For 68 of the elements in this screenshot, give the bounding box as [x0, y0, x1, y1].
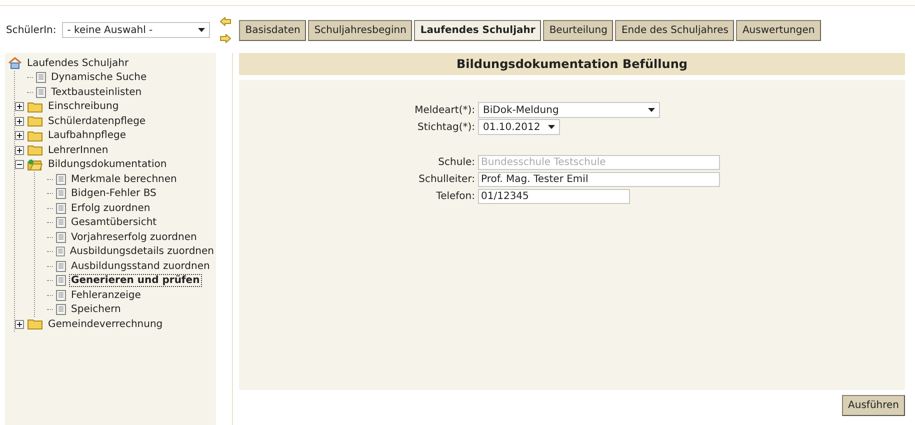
collapse-icon[interactable]	[15, 160, 24, 170]
tab[interactable]: Basisdaten	[239, 20, 306, 40]
input-field[interactable]: 01/12345	[478, 188, 630, 204]
folder-icon	[27, 115, 43, 128]
tree-item[interactable]: Textbausteinlisten	[49, 86, 144, 99]
document-icon	[56, 202, 66, 214]
document-icon	[36, 72, 46, 84]
document-icon	[56, 188, 66, 200]
expand-icon[interactable]	[15, 102, 24, 112]
document-icon	[56, 290, 66, 301]
document-icon	[56, 304, 66, 316]
tree-item[interactable]: Vorjahreserfolg zuordnen	[69, 230, 199, 244]
folder-icon	[27, 144, 43, 156]
tree-item[interactable]: LehrerInnen	[46, 144, 110, 157]
tree-item[interactable]: Gesamtübersicht	[69, 216, 159, 230]
right-arrow-icon[interactable]	[220, 34, 232, 43]
folder-icon	[27, 130, 43, 142]
tree-item[interactable]: Ausbildungsdetails zuordnen	[68, 245, 216, 258]
tree-item[interactable]: Generieren und prüfen	[69, 274, 202, 288]
tree-item[interactable]: Einschreibung	[46, 100, 121, 114]
dropdown-arrow-icon	[198, 28, 206, 32]
field-label: Stichtag(*):	[416, 122, 475, 132]
tab[interactable]: Laufendes Schuljahr	[414, 20, 542, 40]
tree-item[interactable]: Bildungsdokumentation	[46, 158, 169, 172]
tree-item[interactable]: Merkmale berechnen	[69, 172, 179, 186]
tree-item[interactable]: Fehleranzeige	[69, 288, 143, 302]
dropdown-arrow-icon	[548, 125, 555, 129]
expand-icon[interactable]	[15, 320, 24, 329]
document-icon	[56, 217, 66, 228]
student-dropdown[interactable]: - keine Auswahl -	[62, 22, 210, 38]
document-icon	[56, 232, 66, 243]
input-field[interactable]: Prof. Mag. Tester Emil	[478, 172, 720, 186]
expand-icon[interactable]	[15, 131, 24, 140]
tree-item[interactable]: Laufbahnpflege	[46, 129, 128, 142]
tab[interactable]: Beurteilung	[543, 20, 614, 40]
home-icon	[8, 57, 22, 70]
tab[interactable]: Schuljahresbeginn	[308, 20, 412, 40]
panel-title: Bildungsdokumentation Befüllung	[239, 53, 905, 75]
tree-item[interactable]: Ausbildungsstand zuordnen	[69, 260, 212, 273]
tree-item[interactable]: Bidgen-Fehler BS	[69, 187, 158, 200]
dropdown-arrow-icon	[648, 108, 655, 112]
dropdown[interactable]: 01.10.2012	[478, 119, 560, 135]
left-arrow-icon[interactable]	[220, 17, 232, 26]
tree-item[interactable]: Erfolg zuordnen	[69, 202, 152, 215]
tab[interactable]: Auswertungen	[736, 20, 821, 40]
expand-icon[interactable]	[15, 146, 24, 155]
tree-item[interactable]: Gemeindeverrechnung	[46, 318, 165, 331]
execute-button[interactable]: Ausführen	[842, 395, 905, 416]
document-icon	[56, 260, 66, 272]
dropdown[interactable]: BiDok-Meldung	[478, 102, 660, 118]
tree-item[interactable]: Speichern	[69, 303, 123, 316]
field-label: Schule:	[437, 156, 475, 168]
field-label: Telefon:	[435, 190, 475, 202]
tree-item[interactable]: Dynamische Suche	[49, 71, 149, 84]
expand-icon[interactable]	[15, 116, 24, 126]
document-icon	[36, 86, 46, 98]
document-icon	[56, 174, 66, 185]
folder-icon	[27, 318, 43, 330]
document-icon	[56, 246, 65, 258]
field-label: Meldeart(*):	[414, 104, 475, 116]
document-icon	[56, 275, 66, 286]
field-label: Schulleiter:	[418, 174, 475, 184]
tab[interactable]: Ende des Schuljahres	[615, 20, 734, 40]
tree-root[interactable]: Laufendes Schuljahr	[25, 56, 131, 70]
tree-item[interactable]: Schülerdatenpflege	[46, 114, 148, 128]
folder-icon	[27, 158, 43, 171]
student-label: SchülerIn:	[6, 24, 56, 36]
folder-icon	[27, 100, 43, 113]
